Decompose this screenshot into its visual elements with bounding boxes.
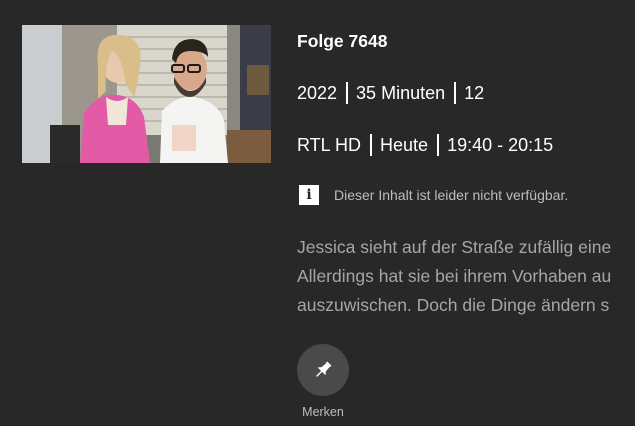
broadcast-time: 19:40 - 20:15 <box>447 134 554 155</box>
separator <box>346 82 349 104</box>
separator <box>454 82 457 104</box>
episode-year: 2022 <box>297 82 338 103</box>
episode-thumbnail[interactable] <box>22 25 271 163</box>
episode-detail-page: Folge 7648 2022 35 Minuten 12 RTL HD Heu… <box>0 0 635 426</box>
info-icon: i <box>299 185 319 205</box>
bookmark-label[interactable]: Merken <box>297 405 349 419</box>
separator <box>370 134 373 156</box>
episode-description: Jessica sieht auf der Straße zufällig ei… <box>297 233 635 320</box>
pin-icon <box>316 361 332 377</box>
description-line: auszuwischen. Doch die Dinge ändern s <box>297 295 610 315</box>
episode-meta-row: 2022 35 Minuten 12 <box>297 82 484 104</box>
availability-notice-text: Dieser Inhalt ist leider nicht verfügbar… <box>334 187 569 203</box>
age-rating: 12 <box>464 82 485 103</box>
broadcast-day: Heute <box>380 134 429 155</box>
availability-notice: i Dieser Inhalt ist leider nicht verfügb… <box>299 185 568 205</box>
broadcast-info-row: RTL HD Heute 19:40 - 20:15 <box>297 134 553 156</box>
bookmark-button[interactable] <box>297 344 349 396</box>
separator <box>437 134 440 156</box>
episode-title: Folge 7648 <box>297 31 388 51</box>
description-line: Allerdings hat sie bei ihrem Vorhaben au <box>297 266 612 286</box>
episode-duration: 35 Minuten <box>356 82 446 103</box>
description-line: Jessica sieht auf der Straße zufällig ei… <box>297 237 612 257</box>
channel-name: RTL HD <box>297 134 362 155</box>
